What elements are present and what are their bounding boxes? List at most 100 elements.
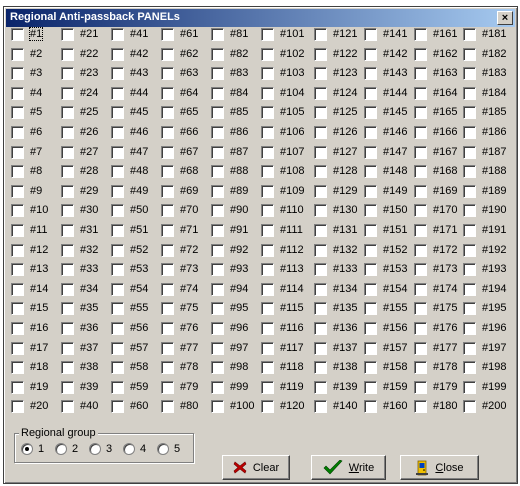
panel-checkbox[interactable]: #18 (11, 359, 61, 375)
checkbox-square[interactable] (61, 360, 74, 374)
panel-checkbox[interactable]: #15 (11, 300, 61, 316)
panel-checkbox[interactable]: #177 (414, 340, 464, 356)
checkbox-square[interactable] (11, 282, 24, 296)
checkbox-square[interactable] (11, 184, 24, 198)
checkbox-square[interactable] (11, 380, 24, 394)
checkbox-square[interactable] (211, 301, 224, 315)
checkbox-square[interactable] (364, 380, 377, 394)
checkbox-square[interactable] (463, 125, 476, 139)
checkbox-square[interactable] (11, 301, 24, 315)
checkbox-square[interactable] (364, 145, 377, 159)
panel-checkbox[interactable]: #161 (414, 26, 464, 42)
panel-checkbox[interactable]: #47 (111, 144, 161, 160)
checkbox-square[interactable] (11, 341, 24, 355)
checkbox-square[interactable] (111, 262, 124, 276)
checkbox-square[interactable] (111, 321, 124, 335)
checkbox-square[interactable] (463, 380, 476, 394)
panel-checkbox[interactable]: #93 (211, 261, 261, 277)
panel-checkbox[interactable]: #111 (261, 222, 311, 238)
panel-checkbox[interactable]: #189 (463, 183, 513, 199)
checkbox-square[interactable] (211, 341, 224, 355)
panel-checkbox[interactable]: #165 (414, 104, 464, 120)
checkbox-square[interactable] (414, 380, 427, 394)
checkbox-square[interactable] (463, 164, 476, 178)
panel-checkbox[interactable]: #142 (364, 46, 414, 62)
panel-checkbox[interactable]: #130 (314, 202, 364, 218)
checkbox-square[interactable] (161, 223, 174, 237)
panel-checkbox[interactable]: #186 (463, 124, 513, 140)
checkbox-square[interactable] (161, 341, 174, 355)
checkbox-square[interactable] (161, 243, 174, 257)
checkbox-square[interactable] (314, 341, 327, 355)
panel-checkbox[interactable]: #152 (364, 242, 414, 258)
panel-checkbox[interactable]: #158 (364, 359, 414, 375)
checkbox-square[interactable] (61, 105, 74, 119)
checkbox-square[interactable] (211, 399, 224, 413)
checkbox-square[interactable] (414, 145, 427, 159)
checkbox-square[interactable] (111, 184, 124, 198)
checkbox-square[interactable] (463, 145, 476, 159)
panel-checkbox[interactable]: #78 (161, 359, 211, 375)
checkbox-square[interactable] (111, 145, 124, 159)
checkbox-square[interactable] (314, 399, 327, 413)
panel-checkbox[interactable]: #120 (261, 398, 311, 414)
checkbox-square[interactable] (463, 301, 476, 315)
panel-checkbox[interactable]: #110 (261, 202, 311, 218)
checkbox-square[interactable] (414, 164, 427, 178)
checkbox-square[interactable] (161, 282, 174, 296)
panel-checkbox[interactable]: #25 (61, 104, 111, 120)
panel-checkbox[interactable]: #196 (463, 320, 513, 336)
panel-checkbox[interactable]: #104 (261, 85, 311, 101)
panel-checkbox[interactable]: #11 (11, 222, 61, 238)
panel-checkbox[interactable]: #59 (111, 379, 161, 395)
checkbox-square[interactable] (11, 360, 24, 374)
panel-checkbox[interactable]: #122 (314, 46, 364, 62)
checkbox-square[interactable] (314, 243, 327, 257)
panel-checkbox[interactable]: #194 (463, 281, 513, 297)
panel-checkbox[interactable]: #82 (211, 46, 261, 62)
panel-checkbox[interactable]: #13 (11, 261, 61, 277)
checkbox-square[interactable] (414, 27, 427, 41)
checkbox-square[interactable] (314, 27, 327, 41)
checkbox-square[interactable] (414, 47, 427, 61)
checkbox-square[interactable] (414, 203, 427, 217)
checkbox-square[interactable] (61, 145, 74, 159)
checkbox-square[interactable] (364, 341, 377, 355)
panel-checkbox[interactable]: #57 (111, 340, 161, 356)
checkbox-square[interactable] (364, 262, 377, 276)
checkbox-square[interactable] (161, 399, 174, 413)
checkbox-square[interactable] (261, 145, 274, 159)
panel-checkbox[interactable]: #29 (61, 183, 111, 199)
panel-checkbox[interactable]: #12 (11, 242, 61, 258)
checkbox-square[interactable] (314, 301, 327, 315)
panel-checkbox[interactable]: #193 (463, 261, 513, 277)
checkbox-square[interactable] (463, 282, 476, 296)
panel-checkbox[interactable]: #5 (11, 104, 61, 120)
panel-checkbox[interactable]: #174 (414, 281, 464, 297)
panel-checkbox[interactable]: #69 (161, 183, 211, 199)
panel-checkbox[interactable]: #176 (414, 320, 464, 336)
checkbox-square[interactable] (463, 27, 476, 41)
panel-checkbox[interactable]: #17 (11, 340, 61, 356)
checkbox-square[interactable] (463, 360, 476, 374)
checkbox-square[interactable] (61, 223, 74, 237)
panel-checkbox[interactable]: #49 (111, 183, 161, 199)
checkbox-square[interactable] (211, 125, 224, 139)
checkbox-square[interactable] (11, 223, 24, 237)
panel-checkbox[interactable]: #3 (11, 65, 61, 81)
checkbox-square[interactable] (261, 282, 274, 296)
checkbox-square[interactable] (364, 47, 377, 61)
panel-checkbox[interactable]: #164 (414, 85, 464, 101)
checkbox-square[interactable] (314, 360, 327, 374)
panel-checkbox[interactable]: #100 (211, 398, 261, 414)
checkbox-square[interactable] (364, 203, 377, 217)
checkbox-square[interactable] (414, 301, 427, 315)
panel-checkbox[interactable]: #81 (211, 26, 261, 42)
checkbox-square[interactable] (11, 66, 24, 80)
panel-checkbox[interactable]: #43 (111, 65, 161, 81)
checkbox-square[interactable] (211, 145, 224, 159)
checkbox-square[interactable] (111, 399, 124, 413)
checkbox-square[interactable] (261, 341, 274, 355)
checkbox-square[interactable] (364, 184, 377, 198)
panel-checkbox[interactable]: #74 (161, 281, 211, 297)
